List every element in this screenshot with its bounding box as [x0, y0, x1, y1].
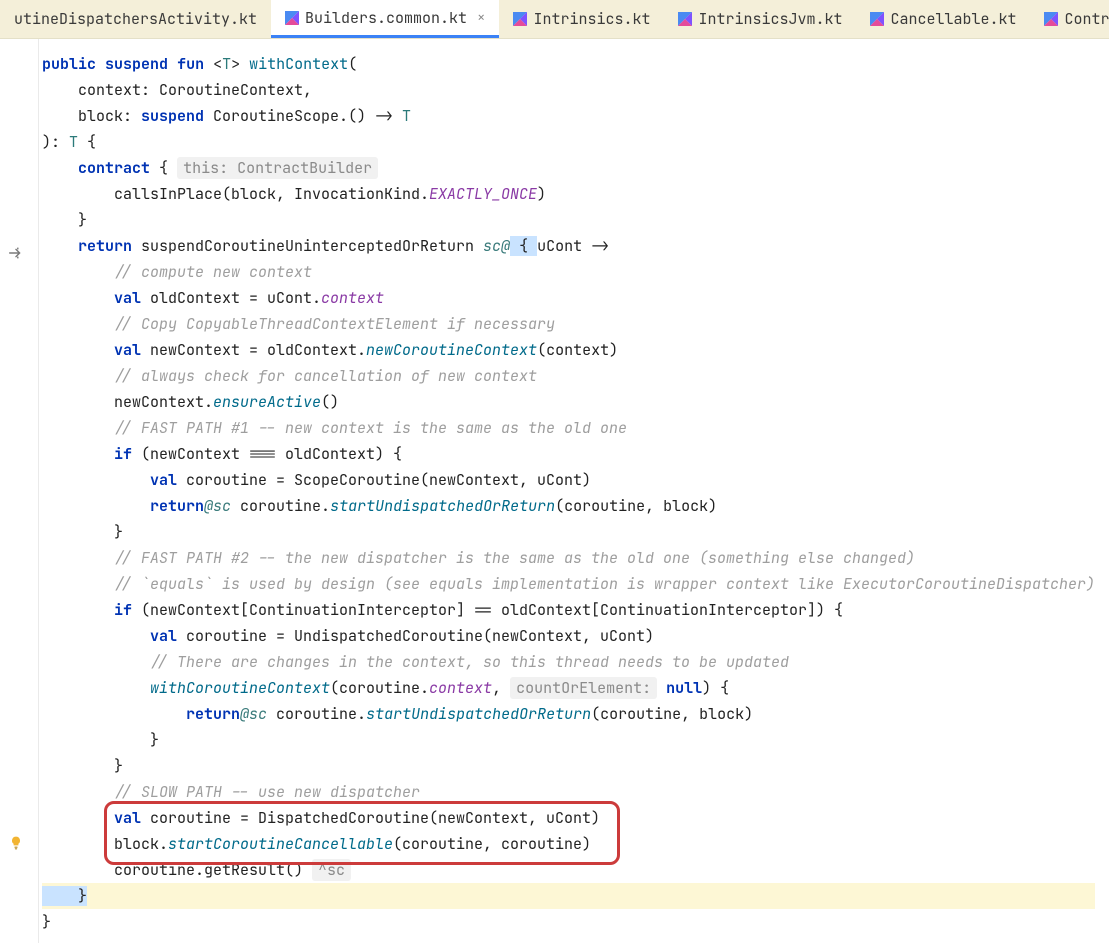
tab-dispatchers-activity[interactable]: utineDispatchersActivity.kt: [0, 0, 271, 38]
kw-suspend: suspend: [105, 54, 168, 74]
tab-builders-common[interactable]: Builders.common.kt ×: [271, 0, 499, 38]
tab-label: Builders.common.kt: [305, 8, 467, 28]
tab-contract-builder[interactable]: ContractBuilder.kt: [1030, 0, 1109, 38]
suspend-call-icon[interactable]: [6, 243, 26, 263]
label-hint: ^sc: [312, 859, 351, 881]
kotlin-file-icon: [513, 12, 527, 26]
lightbulb-icon[interactable]: [6, 833, 26, 853]
tab-label: Intrinsics.kt: [533, 9, 650, 29]
kotlin-file-icon: [285, 11, 299, 25]
kotlin-file-icon: [1044, 12, 1058, 26]
tab-intrinsics[interactable]: Intrinsics.kt: [499, 0, 664, 38]
tab-cancellable[interactable]: Cancellable.kt: [856, 0, 1030, 38]
tab-intrinsics-jvm[interactable]: IntrinsicsJvm.kt: [664, 0, 856, 38]
tab-label: IntrinsicsJvm.kt: [698, 9, 842, 29]
tab-label: utineDispatchersActivity.kt: [14, 9, 257, 29]
tab-label: ContractBuilder.kt: [1064, 9, 1109, 29]
editor[interactable]: public suspend fun <T> withContext( cont…: [0, 39, 1109, 943]
close-icon[interactable]: ×: [477, 9, 485, 27]
current-line-highlight: }: [42, 883, 1095, 909]
receiver-hint: this: ContractBuilder: [177, 157, 378, 179]
kotlin-file-icon: [870, 12, 884, 26]
tab-label: Cancellable.kt: [890, 9, 1016, 29]
kw-fun: fun: [177, 54, 204, 74]
gutter: [0, 39, 39, 943]
kw-public: public: [42, 54, 96, 74]
param-hint: countOrElement:: [510, 677, 657, 699]
code-area[interactable]: public suspend fun <T> withContext( cont…: [39, 39, 1095, 943]
fn-withcontext: withContext: [249, 54, 348, 74]
kotlin-file-icon: [678, 12, 692, 26]
editor-tab-bar: utineDispatchersActivity.kt Builders.com…: [0, 0, 1109, 39]
